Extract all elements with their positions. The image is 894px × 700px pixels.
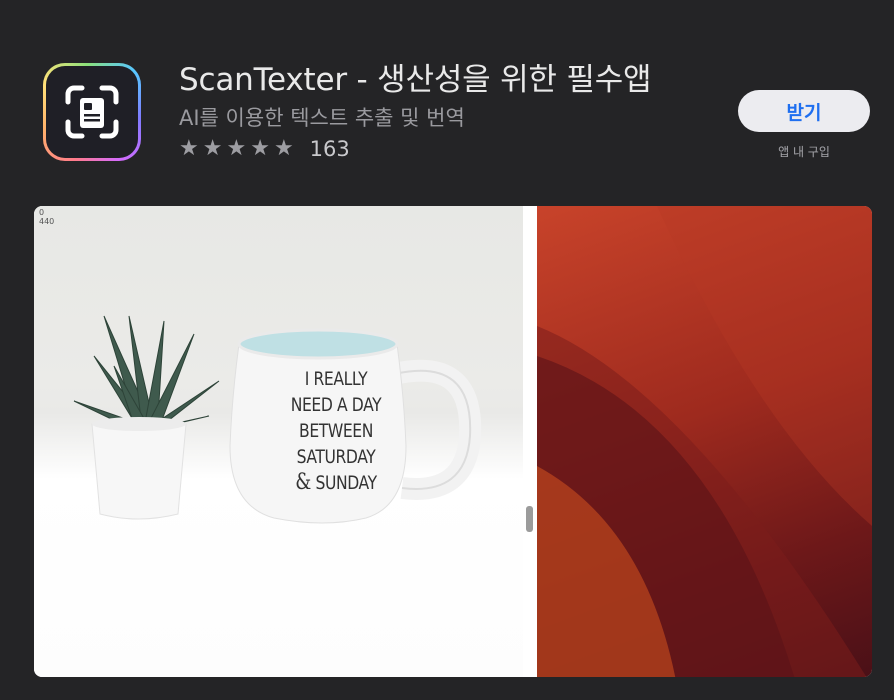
split-divider [523,206,537,677]
star-icon: ★ [226,136,247,161]
mug-text: I REALLY NEED A DAY BETWEEN SATURDAY & S… [279,366,394,496]
app-subtitle: AI를 이용한 텍스트 추출 및 번역 [179,106,465,130]
mug-photo: I REALLY NEED A DAY BETWEEN SATURDAY & S… [34,206,523,677]
get-button[interactable]: 받기 [738,90,870,132]
wallpaper [537,206,872,677]
star-icon: ★ [250,136,270,161]
document-scan-icon [46,66,138,158]
rating-count: 163 [309,137,350,161]
app-icon[interactable] [43,63,141,161]
mug-text-line: SATURDAY [296,446,376,468]
mug-text-word: SUNDAY [310,472,378,494]
rating-stars: ★ ★ ★ ★ ★ [179,136,294,162]
star-icon: ★ [273,136,294,161]
mug-text-line: BETWEEN [299,420,373,442]
mug-text-line: & SUNDAY [279,470,394,496]
ampersand: & [295,470,311,495]
app-title: ScanTexter - 생산성을 위한 필수앱 [179,62,652,98]
star-icon: ★ [202,136,223,161]
star-icon: ★ [179,136,199,161]
mug-text-line: NEED A DAY [290,394,382,416]
mug-text-line: I REALLY [304,368,368,390]
app-store-page: ScanTexter - 생산성을 위한 필수앱 AI를 이용한 텍스트 추출 … [0,0,894,700]
rating: ★ ★ ★ ★ ★ 163 [179,136,350,162]
divider-drag-handle[interactable] [526,506,533,532]
in-app-purchase-note: 앱 내 구입 [778,145,830,159]
app-screenshot[interactable]: I REALLY NEED A DAY BETWEEN SATURDAY & S… [34,206,872,677]
coordinate-readout: 0 440 [39,208,55,226]
